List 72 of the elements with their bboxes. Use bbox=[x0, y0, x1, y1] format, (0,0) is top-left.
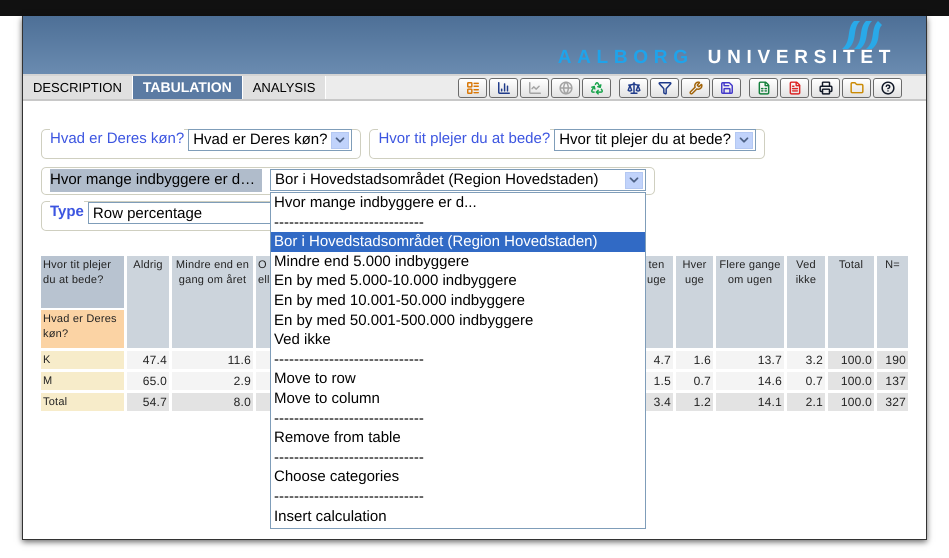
table-cell: 1.2 bbox=[676, 393, 713, 411]
save-icon bbox=[720, 80, 734, 94]
tab[interactable]: TABULATION bbox=[132, 76, 243, 99]
row-label: K bbox=[41, 351, 124, 369]
dropdown-option[interactable]: Insert calculation bbox=[271, 506, 645, 526]
table-cell: 0.7 bbox=[787, 372, 825, 390]
table-cell: 137 bbox=[877, 372, 908, 390]
column-header: Aldrig bbox=[127, 256, 169, 348]
dropdown-option[interactable]: Bor i Hovedstadsområdet (Region Hovedstaden) bbox=[271, 232, 645, 252]
logo-text: AALBORG bbox=[558, 46, 694, 70]
table-cell: 11.6 bbox=[172, 351, 253, 369]
bar-chart-icon bbox=[496, 80, 510, 94]
dropdown-button[interactable] bbox=[331, 132, 350, 148]
row-label: Total bbox=[41, 393, 124, 411]
logo-text: UNIVERSITET bbox=[708, 46, 896, 70]
toolbar-button[interactable] bbox=[619, 78, 648, 98]
dropdown-option[interactable]: ------------------------------ bbox=[271, 408, 645, 428]
recycle-icon bbox=[590, 80, 604, 94]
dropdown-field[interactable]: Hvad er Deres køn? bbox=[188, 129, 352, 151]
column-header: N= bbox=[877, 256, 908, 348]
table-cell: 190 bbox=[877, 351, 908, 369]
toolbar-button[interactable] bbox=[873, 78, 902, 98]
dropdown-button[interactable] bbox=[735, 132, 753, 148]
table-cell: 2.1 bbox=[787, 393, 825, 411]
column-variable-label: Hvor tit plejer du at bede? bbox=[41, 256, 124, 308]
table-cell: 1.6 bbox=[676, 351, 713, 369]
table-cell: 14.1 bbox=[716, 393, 784, 411]
table-cell: 327 bbox=[877, 393, 908, 411]
dropdown-option[interactable]: Remove from table bbox=[271, 428, 645, 448]
table-cell: 100.0 bbox=[828, 393, 874, 411]
toolbar-button[interactable] bbox=[650, 78, 679, 98]
dropdown-option[interactable]: ------------------------------ bbox=[271, 448, 645, 468]
dropdown-option[interactable]: Choose categories bbox=[271, 467, 645, 487]
dropdown-option[interactable]: ------------------------------ bbox=[271, 486, 645, 506]
table-cell: 8.0 bbox=[172, 393, 253, 411]
table-cell: 0.7 bbox=[676, 372, 713, 390]
wrench-icon bbox=[688, 80, 702, 94]
column-header: Total bbox=[828, 256, 874, 348]
toolbar-button[interactable] bbox=[712, 78, 741, 98]
scale-icon bbox=[626, 80, 640, 94]
table-cell: 47.4 bbox=[127, 351, 169, 369]
globe-icon bbox=[558, 80, 572, 94]
toolbar-button[interactable] bbox=[811, 78, 840, 98]
tab[interactable]: DESCRIPTION bbox=[23, 76, 133, 99]
table-cell: 14.6 bbox=[716, 372, 784, 390]
column-header: Flere gange om ugen bbox=[716, 256, 784, 348]
table-icon bbox=[466, 80, 480, 94]
table-cell: 13.7 bbox=[716, 351, 784, 369]
filter-legend: Hvor mange indbyggere er d… bbox=[50, 169, 262, 192]
help-icon bbox=[880, 80, 894, 94]
table-cell: 65.0 bbox=[127, 372, 169, 390]
table-cell: 100.0 bbox=[828, 372, 874, 390]
table-cell: 54.7 bbox=[127, 393, 169, 411]
printer-icon bbox=[818, 80, 832, 94]
table-cell: 3.2 bbox=[787, 351, 825, 369]
table-cell: 2.9 bbox=[172, 372, 253, 390]
column-header: Mindre end en gang om året bbox=[172, 256, 253, 348]
dropdown-button[interactable] bbox=[625, 172, 643, 188]
dropdown-field[interactable]: Bor i Hovedstadsområdet (Region Hovedstaden) bbox=[270, 169, 646, 191]
line-chart-icon bbox=[528, 80, 542, 94]
document-icon bbox=[788, 80, 802, 94]
tab[interactable]: ANALYSIS bbox=[242, 76, 326, 99]
folder-icon bbox=[850, 80, 864, 94]
spreadsheet-icon bbox=[756, 80, 770, 94]
row-variable-label: Hvad er Deres køn? bbox=[41, 310, 124, 348]
toolbar-button[interactable] bbox=[489, 78, 518, 98]
table-cell: 100.0 bbox=[828, 351, 874, 369]
filter-icon bbox=[658, 80, 672, 94]
column-header: Ved ikke bbox=[787, 256, 825, 348]
dropdown-field[interactable]: Hvor tit plejer du at bede? bbox=[554, 129, 756, 151]
column-header: Hver uge bbox=[676, 256, 713, 348]
row-label: M bbox=[41, 372, 124, 390]
